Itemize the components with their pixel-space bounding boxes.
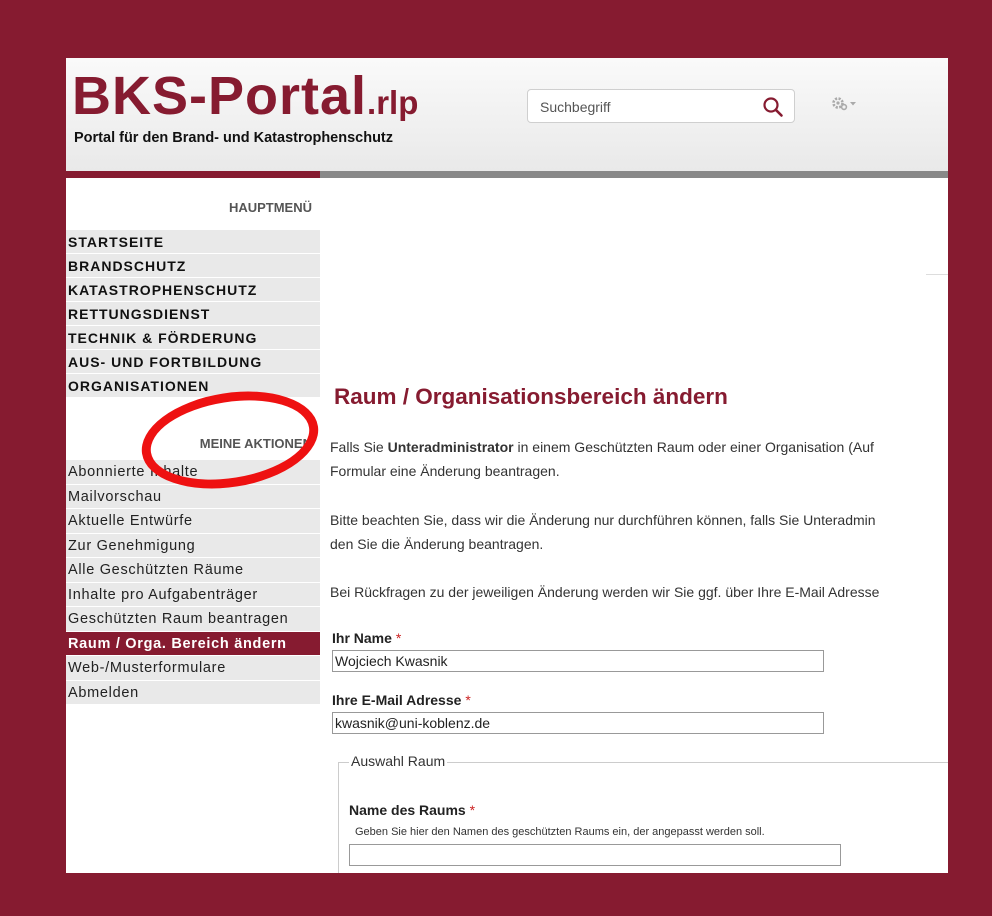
actions-menu: Abonnierte Inhalte Mailvorschau Aktuelle… — [66, 460, 320, 705]
name-field[interactable] — [332, 650, 824, 672]
header-gray-bar — [320, 171, 948, 178]
main-menu-item-aus-fortbildung[interactable]: AUS- UND FORTBILDUNG — [66, 350, 320, 374]
gear-icon[interactable] — [831, 96, 857, 112]
main-menu: STARTSEITE BRANDSCHUTZ KATASTROPHENSCHUT… — [66, 230, 320, 398]
contact-paragraph: Bei Rückfragen zu der jeweiligen Änderun… — [330, 580, 948, 604]
actions-item-aktuelle-entwuerfe[interactable]: Aktuelle Entwürfe — [66, 509, 320, 534]
site-tagline: Portal für den Brand- und Katastrophensc… — [74, 130, 394, 146]
actions-item-raum-aendern[interactable]: Raum / Orga. Bereich ändern — [66, 631, 320, 656]
site-header: BKS-Portal.rlp Portal für den Brand- und… — [66, 58, 948, 171]
main-menu-item-organisationen[interactable]: ORGANISATIONEN — [66, 374, 320, 398]
room-name-label: Name des Raums * — [349, 802, 475, 818]
main-menu-heading: HAUPTMENÜ — [228, 200, 312, 215]
name-label: Ihr Name * — [332, 630, 401, 646]
intro-text-bold: Unteradministrator — [387, 439, 514, 455]
actions-item-abmelden[interactable]: Abmelden — [66, 680, 320, 705]
search-icon[interactable] — [762, 96, 784, 118]
room-fieldset: Auswahl Raum Name des Raums * Geben Sie … — [338, 753, 948, 873]
contact-text: Bei Rückfragen zu der jeweiligen Änderun… — [330, 584, 880, 600]
main-menu-item-startseite[interactable]: STARTSEITE — [66, 230, 320, 254]
email-field[interactable] — [332, 712, 824, 734]
required-marker: * — [395, 630, 402, 646]
intro-text-post: in einem Geschützten Raum oder einer Org… — [513, 439, 874, 455]
actions-item-alle-raeume[interactable]: Alle Geschützten Räume — [66, 558, 320, 583]
intro-text-pre: Falls Sie — [330, 439, 388, 455]
search-box — [527, 89, 795, 123]
actions-item-mailvorschau[interactable]: Mailvorschau — [66, 484, 320, 509]
site-logo[interactable]: BKS-Portal.rlp — [72, 66, 418, 133]
main-menu-item-katastrophenschutz[interactable]: KATASTROPHENSCHUTZ — [66, 278, 320, 302]
required-marker: * — [465, 692, 471, 708]
actions-item-raum-beantragen[interactable]: Geschützten Raum beantragen — [66, 607, 320, 632]
room-name-field[interactable] — [349, 844, 841, 866]
search-input[interactable] — [538, 96, 752, 118]
room-name-hint: Geben Sie hier den Namen des geschützten… — [355, 826, 765, 838]
actions-item-abonnierte-inhalte[interactable]: Abonnierte Inhalte — [66, 460, 320, 485]
actions-menu-heading: MEINE AKTIONEN — [199, 436, 312, 451]
actions-item-inhalte-aufgabentraeger[interactable]: Inhalte pro Aufgabenträger — [66, 582, 320, 607]
room-fieldset-legend: Auswahl Raum — [349, 753, 448, 769]
main-menu-item-brandschutz[interactable]: BRANDSCHUTZ — [66, 254, 320, 278]
intro-paragraph: Falls Sie Unteradministrator in einem Ge… — [330, 435, 948, 483]
actions-item-zur-genehmigung[interactable]: Zur Genehmigung — [66, 533, 320, 558]
required-marker: * — [469, 802, 476, 818]
header-accent-bar — [66, 171, 320, 178]
room-name-label-text: Name des Raums — [349, 802, 466, 818]
divider — [926, 274, 948, 275]
email-label: Ihre E-Mail Adresse * — [332, 692, 471, 708]
page-title: Raum / Organisationsbereich ändern — [334, 384, 728, 409]
intro-text-line2: Formular eine Änderung beantragen. — [330, 463, 560, 479]
main-menu-item-rettungsdienst[interactable]: RETTUNGSDIENST — [66, 302, 320, 326]
name-label-text: Ihr Name — [332, 630, 392, 646]
note-text-line2: den Sie die Änderung beantragen. — [330, 536, 544, 552]
actions-item-musterformulare[interactable]: Web-/Musterformulare — [66, 656, 320, 681]
note-paragraph: Bitte beachten Sie, dass wir die Änderun… — [330, 508, 948, 556]
email-label-text: Ihre E-Mail Adresse — [332, 692, 462, 708]
note-text-line1: Bitte beachten Sie, dass wir die Änderun… — [330, 512, 876, 528]
logo-suffix-text: .rlp — [367, 84, 419, 121]
logo-main-text: BKS-Portal — [72, 66, 368, 126]
main-menu-item-technik-foerderung[interactable]: TECHNIK & FÖRDERUNG — [66, 326, 320, 350]
browser-page: BKS-Portal.rlp Portal für den Brand- und… — [66, 58, 948, 873]
